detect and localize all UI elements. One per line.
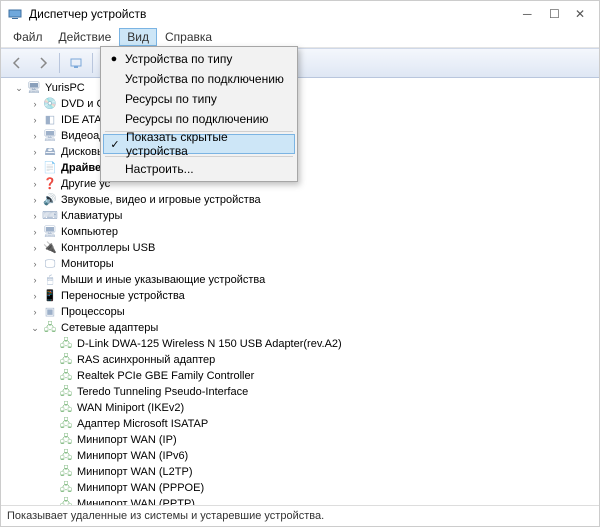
menu-devices-by-connection[interactable]: Устройства по подключению: [103, 69, 295, 89]
network-adapter-icon: 🖧: [58, 353, 74, 367]
collapse-icon[interactable]: ⌄: [13, 82, 25, 94]
tree-category[interactable]: ›📱Переносные устройства: [5, 288, 599, 304]
tree-device[interactable]: 🖧Realtek PCIe GBE Family Controller: [5, 368, 599, 384]
toolbar-separator: [59, 53, 60, 73]
toolbar-separator: [92, 53, 93, 73]
expand-icon[interactable]: ›: [29, 98, 41, 110]
check-icon: ✓: [104, 138, 126, 151]
titlebar: Диспетчер устройств ─ ☐ ✕: [1, 1, 599, 27]
network-adapter-icon: 🖧: [58, 465, 74, 479]
menu-file[interactable]: Файл: [5, 28, 51, 46]
network-adapter-icon: 🖧: [58, 433, 74, 447]
toolbar: ?: [1, 48, 599, 78]
expand-icon[interactable]: ›: [29, 194, 41, 206]
menu-view[interactable]: Вид: [119, 28, 157, 46]
view-menu-dropdown: ● Устройства по типу Устройства по подкл…: [100, 46, 298, 182]
menu-help[interactable]: Справка: [157, 28, 220, 46]
tree-device[interactable]: 🖧Минипорт WAN (IPv6): [5, 448, 599, 464]
tree-device[interactable]: 🖧RAS асинхронный адаптер: [5, 352, 599, 368]
network-icon: 🖧: [42, 321, 58, 335]
close-button[interactable]: ✕: [575, 8, 587, 20]
mouse-icon: 🖱: [42, 273, 58, 287]
dvd-icon: 💿: [42, 97, 58, 111]
tree-category[interactable]: ›◧IDE ATA/: [5, 112, 599, 128]
expand-icon[interactable]: ›: [29, 178, 41, 190]
network-adapter-icon: 🖧: [58, 401, 74, 415]
other-icon: ❓: [42, 177, 58, 191]
tree-device[interactable]: 🖧WAN Miniport (IKEv2): [5, 400, 599, 416]
display-icon: 🖥: [42, 129, 58, 143]
tree-category[interactable]: ›🖥Компьютер: [5, 224, 599, 240]
network-adapter-icon: 🖧: [58, 449, 74, 463]
network-adapter-icon: 🖧: [58, 417, 74, 431]
tree-category[interactable]: ›🔌Контроллеры USB: [5, 240, 599, 256]
tree-category[interactable]: ›🔊Звуковые, видео и игровые устройства: [5, 192, 599, 208]
menu-devices-by-type[interactable]: ● Устройства по типу: [103, 49, 295, 69]
expand-icon[interactable]: ›: [29, 258, 41, 270]
back-button[interactable]: [5, 51, 29, 75]
menu-show-hidden-devices[interactable]: ✓ Показать скрытые устройства: [103, 134, 295, 154]
expand-icon[interactable]: ›: [29, 306, 41, 318]
menu-resources-by-type[interactable]: Ресурсы по типу: [103, 89, 295, 109]
cpu-icon: ▣: [42, 305, 58, 319]
status-text: Показывает удаленные из системы и устаре…: [7, 510, 324, 522]
expand-icon[interactable]: ›: [29, 146, 41, 158]
radio-selected-icon: ●: [103, 53, 125, 65]
network-adapter-icon: 🖧: [58, 369, 74, 383]
tree-device[interactable]: 🖧Минипорт WAN (PPTP): [5, 496, 599, 505]
monitor-icon: 🖵: [42, 257, 58, 271]
forward-button[interactable]: [31, 51, 55, 75]
expand-icon[interactable]: ›: [29, 242, 41, 254]
computer-icon: 🖥: [42, 225, 58, 239]
tree-root[interactable]: ⌄ 🖥 YurisPC: [5, 80, 599, 96]
expand-icon[interactable]: ›: [29, 130, 41, 142]
network-adapter-icon: 🖧: [58, 337, 74, 351]
tree-category[interactable]: ›💿DVD и CD: [5, 96, 599, 112]
scan-button[interactable]: [64, 51, 88, 75]
tree-category[interactable]: ›▣Процессоры: [5, 304, 599, 320]
minimize-button[interactable]: ─: [523, 8, 535, 20]
network-adapter-icon: 🖧: [58, 481, 74, 495]
disk-icon: 🖴: [42, 145, 58, 159]
keyboard-icon: ⌨: [42, 209, 58, 223]
tree-category[interactable]: ›❓Другие ус: [5, 176, 599, 192]
expand-icon[interactable]: ›: [29, 290, 41, 302]
tree-category[interactable]: ›🖥Видеоада: [5, 128, 599, 144]
menu-customize[interactable]: Настроить...: [103, 159, 295, 179]
tree-category[interactable]: ›🖴Дисковые: [5, 144, 599, 160]
driver-icon: 📄: [42, 161, 58, 175]
tree-device[interactable]: 🖧Teredo Tunneling Pseudo-Interface: [5, 384, 599, 400]
usb-icon: 🔌: [42, 241, 58, 255]
ide-icon: ◧: [42, 113, 58, 127]
expand-icon[interactable]: ›: [29, 274, 41, 286]
tree-category[interactable]: ›⌨Клавиатуры: [5, 208, 599, 224]
tree-device[interactable]: 🖧Минипорт WAN (L2TP): [5, 464, 599, 480]
tree-device[interactable]: 🖧Минипорт WAN (IP): [5, 432, 599, 448]
computer-icon: 🖥: [26, 81, 42, 95]
expand-icon[interactable]: ›: [29, 114, 41, 126]
expand-icon[interactable]: ›: [29, 226, 41, 238]
menu-action[interactable]: Действие: [51, 28, 120, 46]
window-title: Диспетчер устройств: [29, 7, 523, 21]
maximize-button[interactable]: ☐: [549, 8, 561, 20]
statusbar: Показывает удаленные из системы и устаре…: [1, 505, 599, 526]
tree-device[interactable]: 🖧Минипорт WAN (PPPOE): [5, 480, 599, 496]
app-icon: [7, 6, 23, 22]
tree-device[interactable]: 🖧D-Link DWA-125 Wireless N 150 USB Adapt…: [5, 336, 599, 352]
network-adapter-icon: 🖧: [58, 385, 74, 399]
expand-icon[interactable]: ›: [29, 162, 41, 174]
network-adapter-icon: 🖧: [58, 497, 74, 505]
menu-resources-by-connection[interactable]: Ресурсы по подключению: [103, 109, 295, 129]
portable-icon: 📱: [42, 289, 58, 303]
tree-category-network[interactable]: ⌄🖧Сетевые адаптеры: [5, 320, 599, 336]
tree-device[interactable]: 🖧Адаптер Microsoft ISATAP: [5, 416, 599, 432]
tree-category[interactable]: ›🖱Мыши и иные указывающие устройства: [5, 272, 599, 288]
tree-category[interactable]: ›📄Драйвер: [5, 160, 599, 176]
expand-icon[interactable]: ›: [29, 210, 41, 222]
collapse-icon[interactable]: ⌄: [29, 322, 41, 334]
sound-icon: 🔊: [42, 193, 58, 207]
device-tree[interactable]: ⌄ 🖥 YurisPC ›💿DVD и CD ›◧IDE ATA/ ›🖥Виде…: [1, 78, 599, 505]
tree-category[interactable]: ›🖵Мониторы: [5, 256, 599, 272]
menubar: Файл Действие Вид Справка: [1, 27, 599, 48]
